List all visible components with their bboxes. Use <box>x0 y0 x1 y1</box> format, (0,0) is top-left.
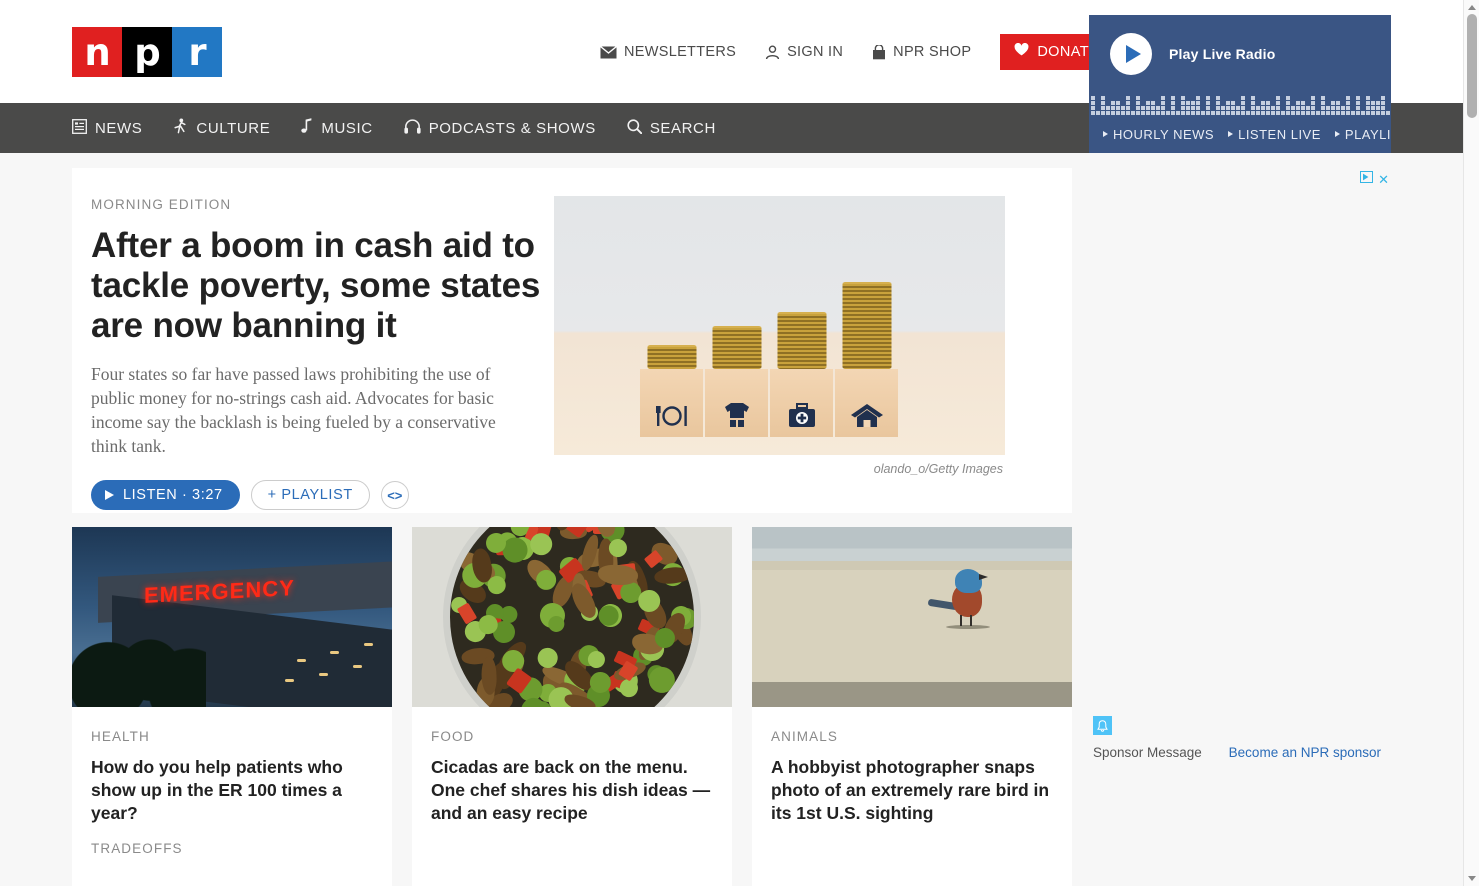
play-small-icon <box>1335 131 1340 137</box>
logo-letter-r: r <box>172 27 222 77</box>
block-food <box>640 369 703 437</box>
play-small-icon <box>1103 131 1108 137</box>
hero-action-row: LISTEN · 3:27 + PLAYLIST <> <box>91 480 542 510</box>
search-icon <box>627 119 642 138</box>
coin-stack-3 <box>777 312 826 369</box>
dancer-icon <box>173 118 188 138</box>
nav-item-news[interactable]: NEWS <box>72 119 142 138</box>
sign-in-label: SIGN IN <box>787 44 843 60</box>
listen-live-link[interactable]: LISTEN LIVE <box>1228 127 1321 142</box>
add-to-playlist-button[interactable]: + PLAYLIST <box>251 480 370 510</box>
coin-stack-1 <box>647 345 696 369</box>
story-card: ANIMALS A hobbyist photographer snaps ph… <box>752 527 1072 886</box>
block-medical <box>770 369 833 437</box>
music-note-icon <box>301 118 313 138</box>
npr-logo[interactable]: n p r <box>72 27 222 77</box>
audio-waveform <box>1089 93 1391 115</box>
play-icon[interactable] <box>1110 33 1152 75</box>
block-housing <box>835 369 898 437</box>
heart-icon <box>1014 43 1029 60</box>
nav-label-search: SEARCH <box>650 120 716 137</box>
sponsor-footer: Sponsor Message Become an NPR sponsor <box>1093 716 1391 760</box>
sponsor-ad-slot: ✕ Sponsor Message Become an NPR sponsor <box>1089 168 1391 818</box>
page-scrollbar[interactable] <box>1463 0 1479 886</box>
radio-sub-links: HOURLY NEWS LISTEN LIVE PLAYLIST <box>1089 115 1391 153</box>
become-sponsor-link[interactable]: Become an NPR sponsor <box>1229 745 1381 760</box>
card-kicker-food[interactable]: FOOD <box>431 729 712 744</box>
adchoices-icon[interactable] <box>1360 170 1373 188</box>
newsletters-link[interactable]: NEWSLETTERS <box>600 44 736 60</box>
card-headline-food[interactable]: Cicadas are back on the menu. One chef s… <box>431 756 712 825</box>
logo-letter-p: p <box>122 27 172 77</box>
card-image-food[interactable] <box>412 527 732 707</box>
nav-label-music: MUSIC <box>321 120 372 137</box>
embed-code-button[interactable]: <> <box>381 481 409 509</box>
sign-in-link[interactable]: SIGN IN <box>765 44 843 60</box>
npr-shop-label: NPR SHOP <box>893 44 971 60</box>
nav-item-music[interactable]: MUSIC <box>301 118 372 138</box>
close-icon[interactable]: ✕ <box>1378 173 1389 186</box>
logo-letter-n: n <box>72 27 122 77</box>
hero-figure: olando_o/Getty Images <box>554 196 1005 476</box>
envelope-icon <box>600 46 617 59</box>
hero-image[interactable] <box>554 196 1005 455</box>
scroll-down-arrow-icon[interactable] <box>1468 876 1476 881</box>
npr-shop-link[interactable]: NPR SHOP <box>872 44 971 60</box>
hero-teaser: Four states so far have passed laws proh… <box>91 362 528 458</box>
story-card-list: EMERGENCY HEALTH How do you help patient… <box>72 527 1072 886</box>
nav-item-culture[interactable]: CULTURE <box>173 118 270 138</box>
card-kicker-health[interactable]: HEALTH <box>91 729 372 744</box>
hero-headline[interactable]: After a boom in cash aid to tackle pover… <box>91 226 542 346</box>
card-source-health[interactable]: TRADEOFFS <box>91 841 372 856</box>
listen-label: LISTEN · 3:27 <box>123 487 223 503</box>
npr-homepage: n p r NEWSLETTERS SIGN IN NPR SHOP DONAT… <box>0 0 1479 886</box>
list-icon <box>72 119 87 138</box>
nav-item-podcasts-shows[interactable]: PODCASTS & SHOWS <box>404 119 596 138</box>
nav-item-search[interactable]: SEARCH <box>627 119 716 138</box>
play-live-radio-label: Play Live Radio <box>1169 46 1275 62</box>
play-live-radio-button[interactable]: Play Live Radio <box>1089 15 1391 93</box>
play-icon <box>105 490 114 500</box>
headphones-icon <box>404 119 421 138</box>
nav-label-news: NEWS <box>95 120 142 137</box>
nav-label-culture: CULTURE <box>196 120 270 137</box>
coin-stack-4 <box>842 282 891 369</box>
hero-story: MORNING EDITION After a boom in cash aid… <box>72 168 1072 513</box>
person-icon <box>765 45 780 60</box>
shopping-bag-icon <box>872 45 886 60</box>
listen-live-label: LISTEN LIVE <box>1238 127 1321 142</box>
play-small-icon <box>1228 131 1233 137</box>
block-clothing <box>705 369 768 437</box>
playlist-label: PLAYLIST <box>1345 127 1391 142</box>
hourly-news-label: HOURLY NEWS <box>1113 127 1214 142</box>
hero-kicker[interactable]: MORNING EDITION <box>91 197 542 212</box>
coin-stack-2 <box>712 326 761 369</box>
card-image-health[interactable]: EMERGENCY <box>72 527 392 707</box>
sponsor-message-label: Sponsor Message <box>1093 745 1202 760</box>
scrollbar-thumb[interactable] <box>1467 14 1477 118</box>
ad-choices-row: ✕ <box>1360 170 1389 188</box>
card-image-animals[interactable] <box>752 527 1072 707</box>
hero-image-credit: olando_o/Getty Images <box>554 462 1005 476</box>
bell-icon <box>1093 716 1112 735</box>
listen-button[interactable]: LISTEN · 3:27 <box>91 480 240 510</box>
live-radio-panel: Play Live Radio HOURLY NEWS LISTEN LIVE … <box>1089 15 1391 153</box>
newsletters-label: NEWSLETTERS <box>624 44 736 60</box>
card-headline-health[interactable]: How do you help patients who show up in … <box>91 756 372 825</box>
nav-label-podcasts-shows: PODCASTS & SHOWS <box>429 120 596 137</box>
hourly-news-link[interactable]: HOURLY NEWS <box>1103 127 1214 142</box>
card-kicker-animals[interactable]: ANIMALS <box>771 729 1052 744</box>
utility-nav: NEWSLETTERS SIGN IN NPR SHOP DONATE <box>600 36 1115 68</box>
scroll-up-arrow-icon[interactable] <box>1468 5 1476 10</box>
card-headline-animals[interactable]: A hobbyist photographer snaps photo of a… <box>771 756 1052 825</box>
story-card: FOOD Cicadas are back on the menu. One c… <box>412 527 732 886</box>
story-card: EMERGENCY HEALTH How do you help patient… <box>72 527 392 886</box>
playlist-link[interactable]: PLAYLIST <box>1335 127 1391 142</box>
